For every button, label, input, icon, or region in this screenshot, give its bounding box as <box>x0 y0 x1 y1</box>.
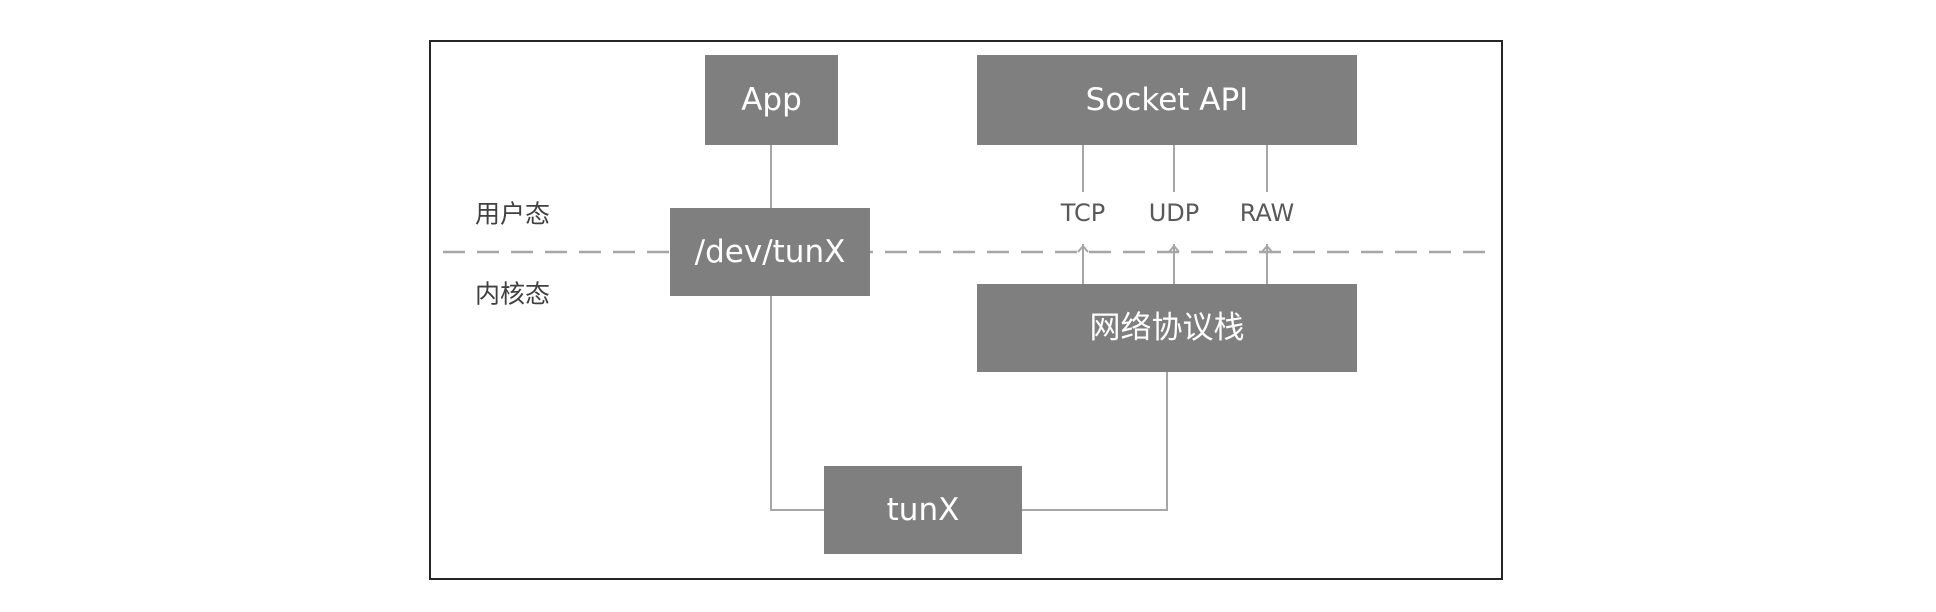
tun-box-label: tunX <box>887 492 960 528</box>
kernel-space-label: 内核态 <box>475 280 550 309</box>
app-box-label: App <box>741 82 802 118</box>
socket-api-box-label: Socket API <box>1086 82 1249 118</box>
tun-device-diagram: App Socket API /dev/tunX 网络协议栈 tunX TCP … <box>429 40 1503 580</box>
connector-tun-stack <box>1022 372 1168 511</box>
udp-label: UDP <box>1149 199 1200 227</box>
tcp-label: TCP <box>1060 199 1105 227</box>
connector-devtun-tun <box>770 296 824 511</box>
dev-tun-box: /dev/tunX <box>670 208 870 296</box>
user-space-label: 用户态 <box>475 200 550 229</box>
raw-label: RAW <box>1240 199 1295 227</box>
socket-api-box: Socket API <box>977 55 1357 145</box>
app-box: App <box>705 55 838 145</box>
network-stack-box-label: 网络协议栈 <box>1090 310 1245 346</box>
dev-tun-box-label: /dev/tunX <box>695 234 846 270</box>
tun-box: tunX <box>824 466 1022 554</box>
network-stack-box: 网络协议栈 <box>977 284 1357 372</box>
